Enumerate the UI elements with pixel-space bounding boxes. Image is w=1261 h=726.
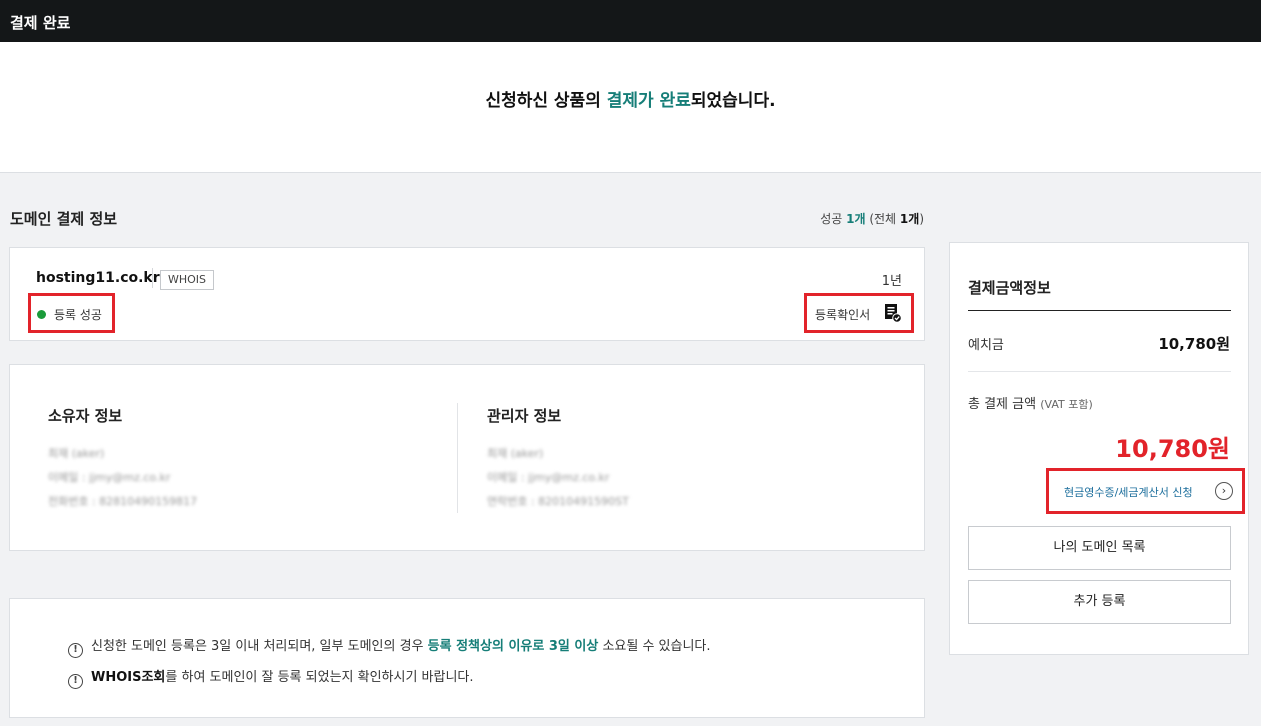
- owner-phone: 전화번호 : 82810490159817: [48, 495, 198, 508]
- notice-processing-highlight: 등록 정책상의 이유로 3일 이상: [427, 639, 599, 654]
- section-title: 도메인 결제 정보: [10, 210, 118, 228]
- certificate-icon[interactable]: [884, 303, 902, 323]
- page-title: 결제 완료: [10, 14, 71, 32]
- admin-title: 관리자 정보: [487, 407, 562, 425]
- contact-divider: [457, 403, 458, 513]
- completion-message-suffix: 되었습니다.: [690, 91, 776, 111]
- owner-info: 소유자 정보 최재 (aker) 이메일 : jjmy@mz.co.kr 전화번…: [48, 405, 197, 514]
- completion-message: 신청하신 상품의 결제가 완료되었습니다.: [0, 86, 1261, 111]
- owner-title: 소유자 정보: [48, 407, 123, 425]
- chevron-right-icon[interactable]: ›: [1215, 482, 1233, 500]
- completion-message-highlight: 결제가 완료: [606, 91, 691, 111]
- payment-summary: 결제금액정보 예치금 10,780원 총 결제 금액 (VAT 포함) 10,7…: [949, 242, 1249, 655]
- status-highlight: 등록 성공: [28, 293, 115, 333]
- deposit-value: 10,780원: [1158, 335, 1230, 353]
- certificate-link[interactable]: 등록확인서: [815, 306, 870, 323]
- total-label-text: 총 결제 금액: [968, 397, 1037, 412]
- notice-whois-keyword: WHOIS조회: [91, 670, 166, 685]
- contact-card: 소유자 정보 최재 (aker) 이메일 : jjmy@mz.co.kr 전화번…: [9, 364, 925, 551]
- completion-banner: 신청하신 상품의 결제가 완료되었습니다.: [0, 42, 1261, 173]
- completion-message-prefix: 신청하신 상품의: [485, 91, 607, 111]
- notice-processing: ! 신청한 도메인 등록은 3일 이내 처리되며, 일부 도메인의 경우 등록 정…: [68, 635, 711, 658]
- admin-phone: 연락번호 : 82010491590ST: [487, 495, 629, 508]
- certificate-highlight[interactable]: 등록확인서: [804, 293, 914, 333]
- divider: [968, 371, 1231, 372]
- summary-success-count: 1개: [846, 212, 866, 226]
- summary-total-count: 1개: [899, 212, 920, 226]
- owner-email: 이메일 : jjmy@mz.co.kr: [48, 471, 171, 484]
- total-label: 총 결제 금액 (VAT 포함): [968, 393, 1093, 412]
- status-badge: 등록 성공: [54, 308, 102, 322]
- divider: [152, 268, 153, 288]
- result-summary: 성공 1개 (전체 1개): [820, 210, 924, 227]
- receipt-highlight[interactable]: 현금영수증/세금계산서 신청 ›: [1046, 468, 1245, 514]
- admin-name: 최재 (aker): [487, 447, 544, 460]
- info-icon: !: [68, 643, 83, 658]
- whois-button[interactable]: WHOIS: [160, 270, 215, 290]
- admin-email: 이메일 : jjmy@mz.co.kr: [487, 471, 610, 484]
- domain-name: hosting11.co.kr: [36, 270, 160, 286]
- summary-prefix: 성공: [820, 212, 847, 226]
- notice-card: ! 신청한 도메인 등록은 3일 이내 처리되며, 일부 도메인의 경우 등록 정…: [9, 598, 925, 718]
- total-amount: 10,780원: [1115, 435, 1230, 463]
- notice-processing-suffix: 소요될 수 있습니다.: [598, 639, 711, 654]
- notice-whois-text: 를 하여 도메인이 잘 등록 되었는지 확인하시기 바랍니다.: [165, 670, 474, 685]
- admin-info: 관리자 정보 최재 (aker) 이메일 : jjmy@mz.co.kr 연락번…: [487, 405, 629, 514]
- divider: [968, 310, 1231, 311]
- summary-suffix: ): [919, 212, 924, 226]
- notice-processing-text: 신청한 도메인 등록은 3일 이내 처리되며, 일부 도메인의 경우: [91, 639, 428, 654]
- receipt-request-link[interactable]: 현금영수증/세금계산서 신청: [1064, 484, 1193, 500]
- my-domains-button[interactable]: 나의 도메인 목록: [968, 526, 1231, 570]
- add-register-button[interactable]: 추가 등록: [968, 580, 1231, 624]
- top-bar: 결제 완료: [0, 0, 1261, 42]
- summary-mid: (전체: [865, 212, 900, 226]
- info-icon: !: [68, 674, 83, 689]
- deposit-label: 예치금: [968, 338, 1004, 353]
- registration-period: 1년: [881, 274, 902, 289]
- domain-card: hosting11.co.kr WHOIS 1년 등록 성공 등록확인서: [9, 247, 925, 341]
- vat-note: (VAT 포함): [1040, 398, 1093, 411]
- notice-whois: ! WHOIS조회를 하여 도메인이 잘 등록 되었는지 확인하시기 바랍니다.: [68, 666, 474, 689]
- status-dot-icon: [37, 310, 46, 319]
- owner-name: 최재 (aker): [48, 447, 105, 460]
- payment-title: 결제금액정보: [968, 279, 1051, 297]
